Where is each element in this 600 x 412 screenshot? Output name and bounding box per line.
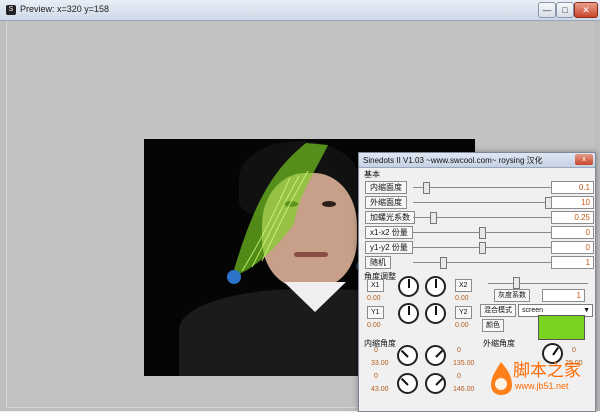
slider-row-x-offset: x1-x2 份量 0 [365, 226, 594, 239]
inner-angle-value-1: 0 [374, 347, 378, 354]
random-button[interactable]: 随机 [365, 256, 391, 269]
slider-thumb[interactable] [430, 212, 437, 224]
slider-label: y1-y2 份量 [365, 241, 413, 254]
section-outer-angle: 外缩角度 [483, 339, 515, 348]
section-inner-angle: 内缩角度 [364, 339, 396, 348]
x2-value: 0.00 [455, 295, 469, 302]
mid-angle-value-3: 0 [457, 373, 461, 380]
slider-label: 加螺光系数 [365, 211, 415, 224]
inner-angle-value-4: 43.00 [371, 386, 389, 393]
app-icon: S [6, 5, 16, 15]
angle-knob-2[interactable] [425, 276, 446, 297]
slider-row-outer-scale: 外缩面度 10 [365, 196, 594, 209]
angle-knob-1[interactable] [398, 276, 419, 297]
slider-value[interactable]: 0 [551, 241, 594, 254]
watermark-url: www.jb51.net [515, 381, 569, 391]
slider-value[interactable]: 0 [551, 226, 594, 239]
color-swatch[interactable] [538, 315, 585, 340]
x1-label: X1 [367, 279, 384, 292]
panel-title: Sinedots II V1.03 ~www.swcool.com~ roysi… [363, 156, 543, 165]
x2-label: X2 [455, 279, 472, 292]
inner-angle-knob-2[interactable] [425, 345, 446, 366]
mid-angle-value-1: 0 [457, 347, 461, 354]
section-basic: 基本 [364, 170, 380, 179]
inner-angle-value-2: 33.00 [371, 360, 389, 367]
gray-slider-track[interactable] [488, 283, 588, 284]
slider-track[interactable] [413, 262, 551, 263]
green-wave-shape [227, 143, 328, 284]
y1-label: Y1 [367, 306, 384, 319]
slider-value[interactable]: 1 [551, 256, 594, 269]
slider-thumb[interactable] [440, 257, 447, 269]
mid-angle-value-4: 146.00 [453, 386, 475, 393]
slider-thumb[interactable] [479, 227, 486, 239]
mid-angle-value-2: 135.00 [453, 360, 475, 367]
window-titlebar[interactable]: S Preview: x=320 y=158 — □ ✕ [0, 0, 600, 21]
watermark-logo-icon [491, 362, 512, 395]
close-button[interactable]: ✕ [574, 2, 598, 18]
slider-thumb[interactable] [479, 242, 486, 254]
y2-value: 0.00 [455, 322, 469, 329]
slider-thumb[interactable] [423, 182, 430, 194]
gray-slider-thumb[interactable] [513, 277, 520, 289]
slider-row-random: 随机 1 [365, 256, 594, 269]
panel-titlebar[interactable]: Sinedots II V1.03 ~www.swcool.com~ roysi… [359, 153, 595, 168]
angle-knob-4[interactable] [425, 303, 446, 324]
slider-label: x1-x2 份量 [365, 226, 413, 239]
inner-angle-knob-1[interactable] [397, 345, 418, 366]
y1-value: 0.00 [367, 322, 381, 329]
watermark: 脚本之家 www.jb51.net [488, 352, 596, 408]
slider-label: 内缩面度 [365, 181, 407, 194]
watermark-brand: 脚本之家 [513, 361, 581, 381]
window-title: Preview: x=320 y=158 [20, 4, 110, 14]
slider-value[interactable]: 0.1 [551, 181, 594, 194]
slider-row-inner-scale: 内缩面度 0.1 [365, 181, 594, 194]
slider-value[interactable]: 0.25 [551, 211, 594, 224]
slider-value[interactable]: 10 [551, 196, 594, 209]
color-label: 颜色 [482, 319, 504, 332]
slider-row-glow: 加螺光系数 0.25 [365, 211, 594, 224]
gray-value[interactable]: 1 [542, 289, 585, 302]
maximize-button[interactable]: □ [556, 2, 574, 18]
blend-mode-value: screen [522, 307, 544, 314]
slider-label: 外缩面度 [365, 196, 407, 209]
panel-close-button[interactable]: x [575, 154, 593, 165]
slider-track[interactable] [413, 202, 551, 203]
angle-knob-3[interactable] [398, 303, 419, 324]
x1-value: 0.00 [367, 295, 381, 302]
slider-row-y-offset: y1-y2 份量 0 [365, 241, 594, 254]
y2-label: Y2 [455, 306, 472, 319]
inner-angle-value-3: 0 [374, 373, 378, 380]
minimize-button[interactable]: — [538, 2, 556, 18]
gray-label: 灰度系数 [494, 289, 530, 302]
inner-angle-knob-4[interactable] [425, 373, 446, 394]
slider-track[interactable] [413, 187, 551, 188]
blend-label: 混合模式 [480, 304, 516, 317]
inner-angle-knob-3[interactable] [397, 373, 418, 394]
